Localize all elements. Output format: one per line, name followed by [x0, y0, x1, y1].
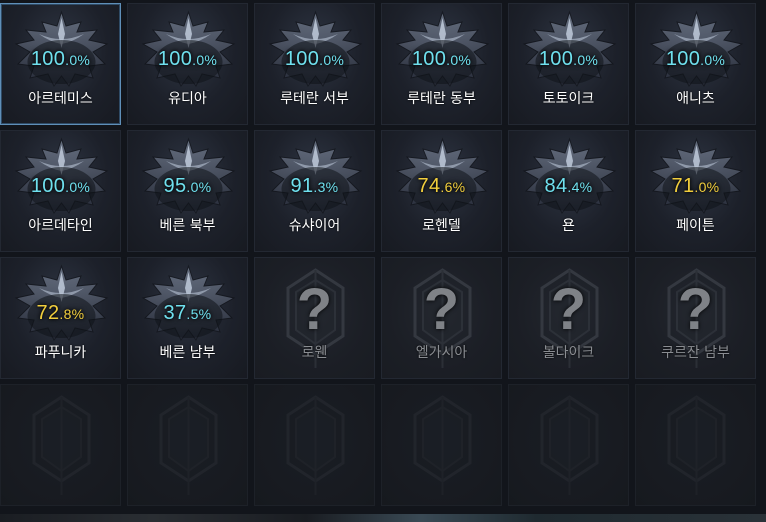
completion-percent-decimal: .0%	[65, 52, 91, 68]
region-tile-17[interactable]: ? 쿠르잔 남부	[635, 257, 756, 379]
region-tile-7[interactable]: 95.0% 베른 북부	[127, 130, 248, 252]
completion-percent-decimal: .8%	[59, 306, 85, 322]
completion-percent-integer: 100	[665, 48, 701, 70]
region-tile-8[interactable]: 91.3% 슈샤이어	[254, 130, 375, 252]
region-name: 루테란 서부	[280, 91, 349, 107]
region-name: 토토이크	[542, 91, 595, 107]
completion-percent-integer: 71	[671, 175, 695, 197]
region-name: 페이튼	[676, 218, 715, 234]
completion-percent-decimal: .0%	[186, 179, 212, 195]
completion-percent-decimal: .3%	[313, 179, 339, 195]
completion-percent-decimal: .6%	[440, 179, 466, 195]
region-tile-1[interactable]: 100.0% 유디아	[127, 3, 248, 125]
region-name: 로헨델	[422, 218, 461, 234]
region-tile-3[interactable]: 100.0% 루테란 동부	[381, 3, 502, 125]
completion-percent-decimal: .0%	[700, 52, 726, 68]
completion-percent-integer: 95	[163, 175, 187, 197]
bottom-background-strip	[0, 514, 766, 522]
completion-percent: 100.0%	[128, 48, 247, 71]
region-name: 유디아	[168, 91, 207, 107]
region-tile-0[interactable]: 100.0% 아르테미스	[0, 3, 121, 125]
completion-percent: 100.0%	[1, 48, 120, 71]
empty-tile	[0, 384, 121, 506]
locked-emblem-icon	[286, 395, 345, 495]
region-tile-11[interactable]: 71.0% 페이튼	[635, 130, 756, 252]
completion-percent-decimal: .0%	[65, 179, 91, 195]
completion-percent-decimal: .0%	[192, 52, 218, 68]
locked-emblem-icon	[32, 395, 91, 495]
completion-percent-decimal: .0%	[573, 52, 599, 68]
locked-emblem-icon	[159, 395, 218, 495]
locked-emblem-icon	[540, 395, 599, 495]
region-tile-12[interactable]: 72.8% 파푸니카	[0, 257, 121, 379]
region-name: 애니츠	[676, 91, 715, 107]
region-tile-15[interactable]: ? 엘가시아	[381, 257, 502, 379]
completion-percent: 100.0%	[509, 48, 628, 71]
completion-percent: 100.0%	[255, 48, 374, 71]
completion-percent: 95.0%	[128, 175, 247, 198]
empty-tile	[127, 384, 248, 506]
region-tile-14[interactable]: ? 로웬	[254, 257, 375, 379]
region-tile-4[interactable]: 100.0% 토토이크	[508, 3, 629, 125]
region-name: 루테란 동부	[407, 91, 476, 107]
region-grid: 100.0% 아르테미스 100.0% 유디아 100.0% 루테란 서부 10…	[0, 0, 766, 522]
completion-percent-integer: 100	[157, 48, 193, 70]
region-name: 쿠르잔 남부	[661, 345, 730, 361]
completion-percent-integer: 91	[290, 175, 314, 197]
empty-tile	[508, 384, 629, 506]
completion-percent-decimal: .4%	[567, 179, 593, 195]
completion-percent-integer: 100	[30, 175, 66, 197]
empty-tile	[381, 384, 502, 506]
completion-percent: 84.4%	[509, 175, 628, 198]
region-tile-6[interactable]: 100.0% 아르데타인	[0, 130, 121, 252]
region-tile-13[interactable]: 37.5% 베른 남부	[127, 257, 248, 379]
completion-percent-decimal: .0%	[319, 52, 345, 68]
region-name: 베른 북부	[159, 218, 216, 234]
completion-percent-decimal: .0%	[446, 52, 472, 68]
region-name: 슈샤이어	[288, 218, 341, 234]
completion-percent: 74.6%	[382, 175, 501, 198]
empty-tile	[254, 384, 375, 506]
completion-percent: 100.0%	[382, 48, 501, 71]
completion-percent-integer: 100	[284, 48, 320, 70]
region-tile-9[interactable]: 74.6% 로헨델	[381, 130, 502, 252]
question-mark-icon: ?	[550, 277, 587, 342]
region-name: 베른 남부	[159, 345, 216, 361]
completion-percent: 100.0%	[636, 48, 755, 71]
region-name: 욘	[562, 218, 575, 234]
question-mark-icon: ?	[677, 277, 714, 342]
empty-tile	[635, 384, 756, 506]
region-name: 로웬	[301, 345, 328, 361]
region-name: 파푸니카	[34, 345, 87, 361]
locked-emblem-icon	[413, 395, 472, 495]
completion-percent-integer: 100	[411, 48, 447, 70]
completion-percent-integer: 37	[163, 302, 187, 324]
region-tile-10[interactable]: 84.4% 욘	[508, 130, 629, 252]
completion-percent-decimal: .0%	[694, 179, 720, 195]
region-tile-16[interactable]: ? 볼다이크	[508, 257, 629, 379]
completion-percent-integer: 84	[544, 175, 568, 197]
completion-percent-integer: 74	[417, 175, 441, 197]
locked-emblem-icon	[667, 395, 726, 495]
completion-percent: 100.0%	[1, 175, 120, 198]
completion-percent: 72.8%	[1, 302, 120, 325]
completion-percent: 91.3%	[255, 175, 374, 198]
region-name: 아르테미스	[28, 91, 93, 107]
completion-percent: 71.0%	[636, 175, 755, 198]
completion-percent-integer: 72	[36, 302, 60, 324]
region-name: 엘가시아	[415, 345, 468, 361]
question-mark-icon: ?	[423, 277, 460, 342]
completion-percent-integer: 100	[538, 48, 574, 70]
region-tile-5[interactable]: 100.0% 애니츠	[635, 3, 756, 125]
region-tile-2[interactable]: 100.0% 루테란 서부	[254, 3, 375, 125]
completion-percent-decimal: .5%	[186, 306, 212, 322]
region-name: 아르데타인	[28, 218, 93, 234]
region-name: 볼다이크	[542, 345, 595, 361]
completion-percent-integer: 100	[30, 48, 66, 70]
question-mark-icon: ?	[296, 277, 333, 342]
completion-percent: 37.5%	[128, 302, 247, 325]
